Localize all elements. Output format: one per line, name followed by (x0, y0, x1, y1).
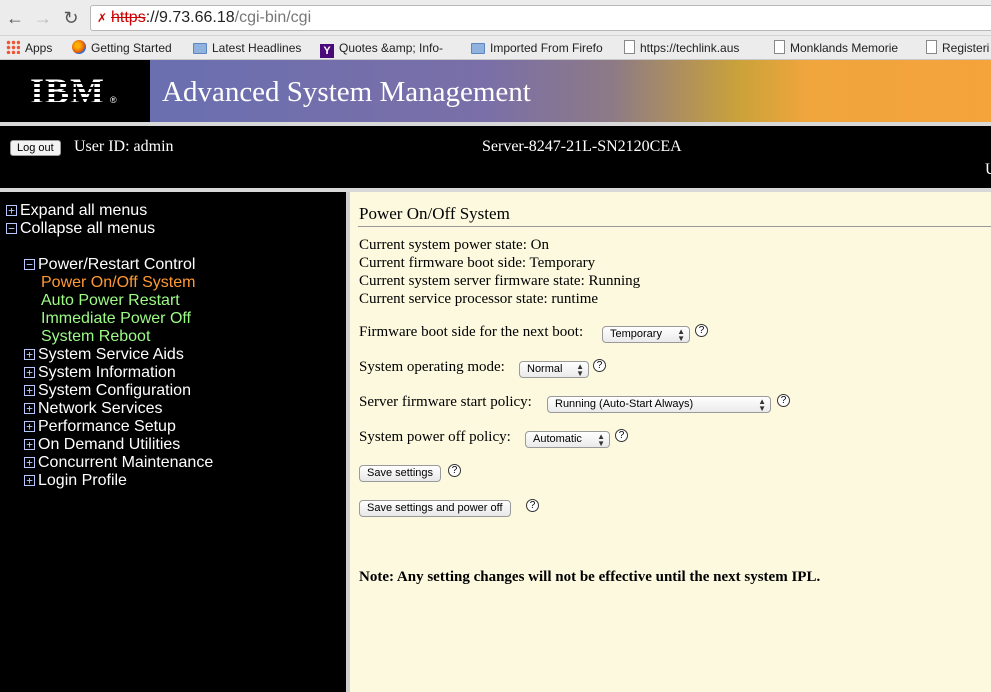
banner-title: Advanced System Management (162, 76, 531, 108)
bookmark-imported-firefox[interactable]: Imported From Firefo (471, 40, 603, 56)
page-icon (774, 40, 785, 54)
folder-icon (193, 43, 207, 54)
menu-on-demand-utilities[interactable]: + On Demand Utilities (24, 436, 180, 454)
power-off-policy-select[interactable]: Automatic ▲ ▼ (525, 431, 610, 448)
help-icon[interactable]: ? (593, 359, 606, 372)
registered-mark: ® (110, 95, 117, 105)
main-content: Power On/Off System Current system power… (350, 192, 991, 692)
start-policy-label: Server firmware start policy: (359, 394, 532, 410)
menu-item-auto-power-restart[interactable]: Auto Power Restart (41, 292, 180, 310)
menu-network-services[interactable]: + Network Services (24, 400, 162, 418)
logout-button[interactable]: Log out (10, 140, 61, 156)
reload-icon[interactable]: ↻ (60, 7, 82, 29)
select-arrows-icon: ▲ ▼ (576, 362, 584, 378)
forward-arrow-icon[interactable]: → (32, 7, 54, 29)
select-arrows-icon: ▲ ▼ (758, 397, 766, 413)
boot-side-select[interactable]: Temporary ▲ ▼ (602, 326, 690, 343)
plus-box-icon: + (24, 475, 35, 486)
operating-mode-label: System operating mode: (359, 359, 505, 375)
bookmark-getting-started[interactable]: Getting Started (72, 40, 172, 56)
menu-performance-setup[interactable]: + Performance Setup (24, 418, 176, 436)
plus-box-icon: + (24, 421, 35, 432)
folder-icon (471, 43, 485, 54)
banner-image: Advanced System Management (150, 60, 991, 122)
navigation-sidebar: + Expand all menus − Collapse all menus − P… (0, 192, 346, 692)
back-arrow-icon[interactable]: ← (4, 7, 26, 29)
help-icon[interactable]: ? (448, 464, 461, 477)
minus-box-icon: − (24, 259, 35, 270)
menu-system-service-aids[interactable]: + System Service Aids (24, 346, 184, 364)
bookmarks-bar: Apps Getting Started Latest Headlines YQ… (0, 36, 991, 60)
menu-concurrent-maintenance[interactable]: + Concurrent Maintenance (24, 454, 213, 472)
ipl-note: Note: Any setting changes will not be ef… (359, 569, 821, 585)
help-icon[interactable]: ? (615, 429, 628, 442)
insecure-lock-icon: ✗ (97, 11, 108, 25)
user-id: User ID: admin (74, 138, 174, 155)
url-path: /cgi-bin/cgi (234, 9, 312, 26)
url-host: ://9.73.66.18 (145, 9, 235, 26)
server-name: Server-8247-21L-SN2120CEA (482, 138, 682, 155)
plus-box-icon: + (24, 385, 35, 396)
menu-power-restart-control[interactable]: − Power/Restart Control (24, 256, 195, 274)
plus-box-icon: + (24, 457, 35, 468)
select-arrows-icon: ▲ ▼ (597, 432, 605, 448)
yahoo-icon: Y (320, 44, 334, 58)
bookmark-apps[interactable]: Apps (6, 40, 52, 56)
plus-box-icon: + (6, 205, 17, 216)
plus-box-icon: + (24, 439, 35, 450)
title-divider (358, 226, 991, 227)
save-and-power-off-button[interactable]: Save settings and power off (359, 500, 511, 517)
menu-item-power-on-off[interactable]: Power On/Off System (41, 274, 195, 292)
bookmark-techlink[interactable]: https://techlink.aus (624, 40, 739, 56)
firefox-icon (72, 40, 86, 54)
clipped-header-text: U (985, 161, 991, 178)
bookmark-quotes[interactable]: Y Quotes &amp; Info- (320, 40, 443, 58)
bookmark-monklands[interactable]: Monklands Memorie (774, 40, 898, 56)
service-processor-state: Current service processor state: runtime (359, 291, 599, 307)
url-scheme: https (111, 9, 146, 26)
page-icon (624, 40, 635, 54)
address-bar[interactable]: ✗ https://9.73.66.18/cgi-bin/cgi (90, 5, 991, 31)
menu-login-profile[interactable]: + Login Profile (24, 472, 127, 490)
server-firmware-state: Current system server firmware state: Ru… (359, 273, 641, 289)
session-header: Log out User ID: admin Server-8247-21L-S… (0, 126, 991, 188)
asm-banner: IBM ® Advanced System Management (0, 60, 991, 122)
select-arrows-icon: ▲ ▼ (677, 327, 685, 343)
menu-item-immediate-power-off[interactable]: Immediate Power Off (41, 310, 191, 328)
collapse-all-menus[interactable]: − Collapse all menus (6, 220, 155, 238)
help-icon[interactable]: ? (777, 394, 790, 407)
minus-box-icon: − (6, 223, 17, 234)
browser-toolbar: ← → ↻ ✗ https://9.73.66.18/cgi-bin/cgi (0, 0, 991, 36)
ibm-logo: IBM (30, 71, 105, 111)
plus-box-icon: + (24, 403, 35, 414)
menu-item-system-reboot[interactable]: System Reboot (41, 328, 150, 346)
power-state: Current system power state: On (359, 237, 549, 253)
bookmark-registeri[interactable]: Registeri (926, 40, 989, 56)
save-settings-button[interactable]: Save settings (359, 465, 442, 482)
help-icon[interactable]: ? (526, 499, 539, 512)
expand-all-menus[interactable]: + Expand all menus (6, 202, 147, 220)
menu-system-configuration[interactable]: + System Configuration (24, 382, 191, 400)
firmware-boot-side: Current firmware boot side: Temporary (359, 255, 596, 271)
help-icon[interactable]: ? (695, 324, 708, 337)
power-off-policy-label: System power off policy: (359, 429, 511, 445)
plus-box-icon: + (24, 349, 35, 360)
bookmark-latest-headlines[interactable]: Latest Headlines (193, 40, 301, 56)
page-icon (926, 40, 937, 54)
apps-grid-icon (6, 40, 20, 54)
start-policy-select[interactable]: Running (Auto-Start Always) ▲ ▼ (547, 396, 771, 413)
menu-system-information[interactable]: + System Information (24, 364, 176, 382)
boot-side-label: Firmware boot side for the next boot: (359, 324, 584, 340)
page-title: Power On/Off System (359, 204, 510, 223)
plus-box-icon: + (24, 367, 35, 378)
operating-mode-select[interactable]: Normal ▲ ▼ (519, 361, 589, 378)
